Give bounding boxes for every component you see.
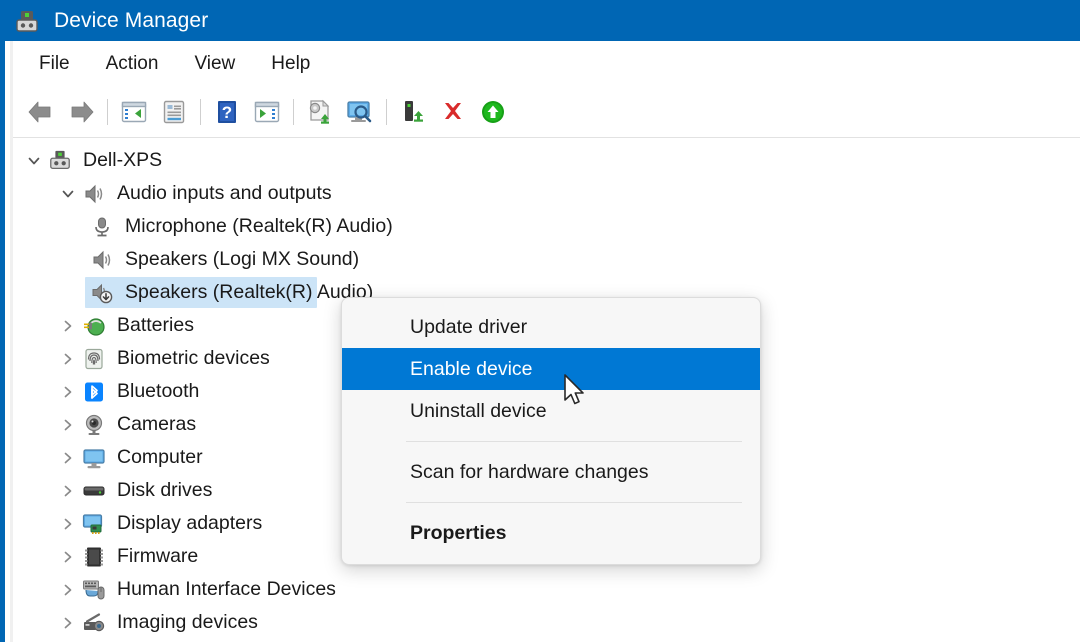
computer-device-icon: [47, 148, 73, 174]
tree-node-speakers-logi-mx-sound[interactable]: Speakers (Logi MX Sound): [13, 243, 1080, 276]
tree-node-label: Human Interface Devices: [117, 578, 336, 600]
context-menu-item-properties[interactable]: Properties: [346, 512, 756, 554]
tree-node-label: Display adapters: [117, 512, 263, 534]
fingerprint-icon: [81, 346, 107, 372]
toolbar: ?: [13, 87, 1080, 138]
monitor-icon: [81, 445, 107, 471]
tree-node-label: Audio inputs and outputs: [117, 182, 332, 204]
tree-node-label: Cameras: [117, 413, 197, 435]
tree-node-imaging-devices[interactable]: Imaging devices: [13, 606, 1080, 639]
tree-node-microphone-realtek-audio[interactable]: Microphone (Realtek(R) Audio): [13, 210, 1080, 243]
tree-node-label: Speakers (Realtek(R) Audio): [125, 281, 374, 303]
menu-view[interactable]: View: [184, 49, 245, 79]
chevron-right-icon[interactable]: [55, 573, 81, 606]
disk-drive-icon: [81, 478, 107, 504]
tree-node-label: Dell-XPS: [83, 149, 163, 171]
speaker-icon: [89, 247, 115, 273]
speaker-icon: [81, 181, 107, 207]
menu-bar: File Action View Help: [13, 41, 1080, 87]
tree-node-label: Disk drives: [117, 479, 213, 501]
properties-icon[interactable]: [154, 92, 194, 132]
scan-for-hardware-changes-icon[interactable]: [340, 92, 380, 132]
show-hide-console-tree-icon[interactable]: [114, 92, 154, 132]
tree-node-label: Microphone (Realtek(R) Audio): [125, 215, 393, 237]
tree-node-label: Batteries: [117, 314, 194, 336]
chevron-right-icon[interactable]: [55, 309, 81, 342]
imaging-device-icon: [81, 610, 107, 636]
enable-device-icon[interactable]: [393, 92, 433, 132]
chevron-down-icon[interactable]: [55, 177, 81, 210]
menu-file[interactable]: File: [29, 49, 80, 79]
tree-node-label: Imaging devices: [117, 611, 258, 633]
chevron-right-icon[interactable]: [55, 375, 81, 408]
microphone-icon: [89, 214, 115, 240]
disable-device-icon[interactable]: [473, 92, 513, 132]
chevron-right-icon[interactable]: [55, 342, 81, 375]
speaker-disabled-icon: [89, 280, 115, 306]
context-menu-separator: [406, 441, 742, 442]
battery-icon: [81, 313, 107, 339]
hid-icon: [81, 577, 107, 603]
chevron-right-icon[interactable]: [55, 606, 81, 639]
context-menu-item-scan-for-hardware-changes[interactable]: Scan for hardware changes: [346, 451, 756, 493]
tree-node-label: Biometric devices: [117, 347, 270, 369]
update-driver-icon[interactable]: [300, 92, 340, 132]
chevron-right-icon[interactable]: [55, 507, 81, 540]
context-menu-item-uninstall-device[interactable]: Uninstall device: [346, 390, 756, 432]
toolbar-separator: [107, 99, 108, 125]
toolbar-separator: [200, 99, 201, 125]
firmware-chip-icon: [81, 544, 107, 570]
chevron-right-icon[interactable]: [55, 474, 81, 507]
chevron-down-icon[interactable]: [21, 144, 47, 177]
tree-node-dell-xps[interactable]: Dell-XPS: [13, 144, 1080, 177]
uninstall-device-icon[interactable]: [433, 92, 473, 132]
context-menu-separator: [406, 502, 742, 503]
camera-icon: [81, 412, 107, 438]
menu-action[interactable]: Action: [96, 49, 169, 79]
help-icon[interactable]: ?: [207, 92, 247, 132]
toolbar-separator: [386, 99, 387, 125]
window-title: Device Manager: [54, 8, 209, 32]
tree-node-label: Speakers (Logi MX Sound): [125, 248, 360, 270]
device-manager-window: Device Manager File Action View Help ? D…: [0, 0, 1080, 642]
context-menu-item-enable-device[interactable]: Enable device: [342, 348, 760, 390]
context-menu-item-update-driver[interactable]: Update driver: [346, 306, 756, 348]
bluetooth-icon: [81, 379, 107, 405]
display-adapter-icon: [81, 511, 107, 537]
forward-arrow-icon[interactable]: [61, 92, 101, 132]
show-hide-action-pane-icon[interactable]: [247, 92, 287, 132]
tree-node-label: Firmware: [117, 545, 199, 567]
toolbar-separator: [293, 99, 294, 125]
device-manager-icon: [14, 8, 40, 34]
svg-text:?: ?: [222, 103, 232, 122]
chevron-right-icon[interactable]: [55, 408, 81, 441]
chevron-right-icon[interactable]: [55, 540, 81, 573]
tree-node-human-interface-devices[interactable]: Human Interface Devices: [13, 573, 1080, 606]
menu-help[interactable]: Help: [261, 49, 320, 79]
tree-node-audio-inputs-and-outputs[interactable]: Audio inputs and outputs: [13, 177, 1080, 210]
title-bar: Device Manager: [0, 0, 1080, 41]
tree-node-label: Bluetooth: [117, 380, 200, 402]
tree-node-label: Computer: [117, 446, 203, 468]
context-menu: Update driver Enable device Uninstall de…: [341, 297, 761, 565]
back-arrow-icon[interactable]: [21, 92, 61, 132]
chevron-right-icon[interactable]: [55, 441, 81, 474]
